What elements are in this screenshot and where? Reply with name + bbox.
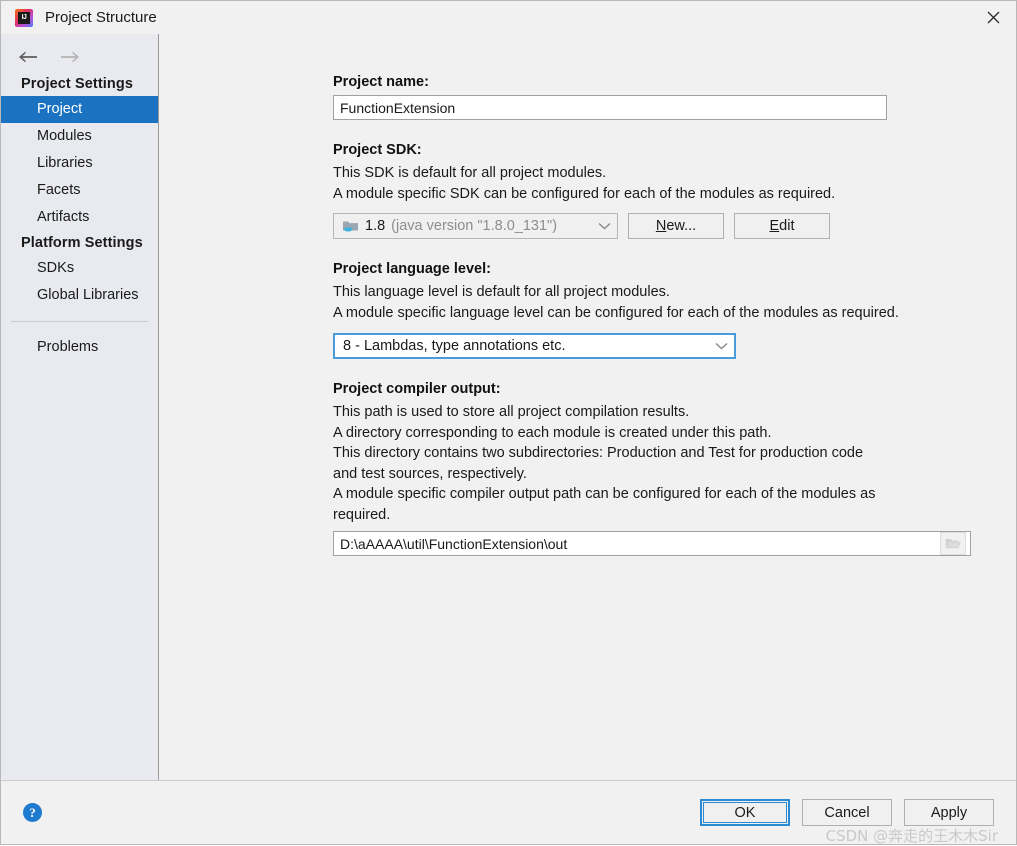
sidebar-item-modules[interactable]: Modules	[1, 123, 158, 150]
watermark-text: CSDN @奔走的王木木Sir	[825, 827, 998, 845]
dialog-body: Project Settings Project Modules Librari…	[1, 34, 1016, 780]
language-level-label: Project language level:	[333, 261, 491, 277]
project-sdk-version: 1.8	[365, 218, 386, 234]
new-sdk-label-rest: ew...	[666, 218, 697, 234]
language-level-desc-1: This language level is default for all p…	[333, 284, 670, 300]
project-sdk-row: 1.8 (java version "1.8.0_131") New... Ed…	[333, 213, 1016, 239]
project-sdk-desc-1: This SDK is default for all project modu…	[333, 165, 607, 181]
project-sdk-section: Project SDK: This SDK is default for all…	[333, 142, 1016, 239]
project-sdk-label: Project SDK:	[333, 142, 422, 158]
edit-sdk-button[interactable]: Edit	[734, 213, 830, 239]
compiler-output-desc-6: required.	[333, 506, 391, 523]
sidebar-nav	[1, 42, 158, 72]
intellij-idea-icon: IJ	[15, 8, 33, 27]
browse-folder-icon[interactable]	[940, 532, 966, 555]
sidebar-group-project-settings: Project Settings	[21, 76, 133, 92]
edit-sdk-label-rest: dit	[779, 218, 795, 234]
language-level-value: 8 - Lambdas, type annotations etc.	[343, 338, 566, 354]
sidebar: Project Settings Project Modules Librari…	[1, 34, 159, 780]
dialog-footer: ? OK Cancel Apply CSDN @奔走的王木木Sir	[1, 780, 1016, 845]
sidebar-item-sdks[interactable]: SDKs	[1, 255, 158, 282]
language-level-section: Project language level: This language le…	[333, 261, 1016, 359]
project-structure-dialog: IJ Project Structure Project Settings Pr…	[0, 0, 1017, 845]
help-icon[interactable]: ?	[23, 803, 42, 822]
sidebar-item-libraries[interactable]: Libraries	[1, 150, 158, 177]
sidebar-item-facets[interactable]: Facets	[1, 177, 158, 204]
back-arrow-icon[interactable]	[17, 50, 39, 64]
project-name-input[interactable]: FunctionExtension	[333, 95, 887, 120]
project-sdk-dropdown[interactable]: 1.8 (java version "1.8.0_131")	[333, 213, 618, 239]
title-bar: IJ Project Structure	[1, 1, 1016, 34]
language-level-desc-2: A module specific language level can be …	[333, 304, 899, 321]
language-level-dropdown[interactable]: 8 - Lambdas, type annotations etc.	[333, 333, 736, 359]
forward-arrow-icon	[59, 50, 81, 64]
sidebar-item-global-libraries[interactable]: Global Libraries	[1, 282, 158, 309]
settings-panel: Project name: FunctionExtension Project …	[159, 34, 1016, 780]
compiler-output-desc-5: A module specific compiler output path c…	[333, 486, 876, 502]
sidebar-divider	[11, 321, 148, 322]
apply-button[interactable]: Apply	[904, 799, 994, 826]
compiler-output-desc-2: A directory corresponding to each module…	[333, 424, 772, 441]
cancel-button[interactable]: Cancel	[802, 799, 892, 826]
chevron-down-icon	[598, 222, 611, 230]
sdk-folder-icon	[342, 219, 359, 233]
edit-sdk-mnemonic: E	[769, 218, 780, 234]
compiler-output-input[interactable]: D:\aAAAA\util\FunctionExtension\out	[333, 531, 971, 556]
compiler-output-desc-1: This path is used to store all project c…	[333, 404, 690, 420]
compiler-output-desc-4: and test sources, respectively.	[333, 465, 527, 482]
chevron-down-icon	[715, 342, 728, 350]
compiler-output-value: D:\aAAAA\util\FunctionExtension\out	[340, 535, 568, 552]
footer-button-group: OK Cancel Apply	[700, 799, 994, 826]
project-sdk-desc-2: A module specific SDK can be configured …	[333, 185, 836, 202]
project-name-section: Project name: FunctionExtension	[333, 74, 1016, 120]
ok-button[interactable]: OK	[700, 799, 790, 826]
compiler-output-section: Project compiler output: This path is us…	[333, 381, 1016, 556]
project-name-label: Project name:	[333, 74, 429, 90]
project-name-value: FunctionExtension	[340, 99, 456, 116]
sidebar-item-artifacts[interactable]: Artifacts	[1, 204, 158, 231]
new-sdk-button[interactable]: New...	[628, 213, 724, 239]
sidebar-item-project[interactable]: Project	[1, 96, 158, 123]
window-title: Project Structure	[45, 9, 157, 26]
new-sdk-mnemonic: N	[655, 218, 667, 234]
close-icon[interactable]	[970, 1, 1016, 34]
sidebar-item-problems[interactable]: Problems	[1, 334, 158, 361]
compiler-output-desc-3: This directory contains two subdirectori…	[333, 445, 864, 461]
sidebar-group-platform-settings: Platform Settings	[21, 235, 143, 251]
project-sdk-detail: (java version "1.8.0_131")	[391, 218, 558, 234]
compiler-output-label: Project compiler output:	[333, 381, 501, 397]
